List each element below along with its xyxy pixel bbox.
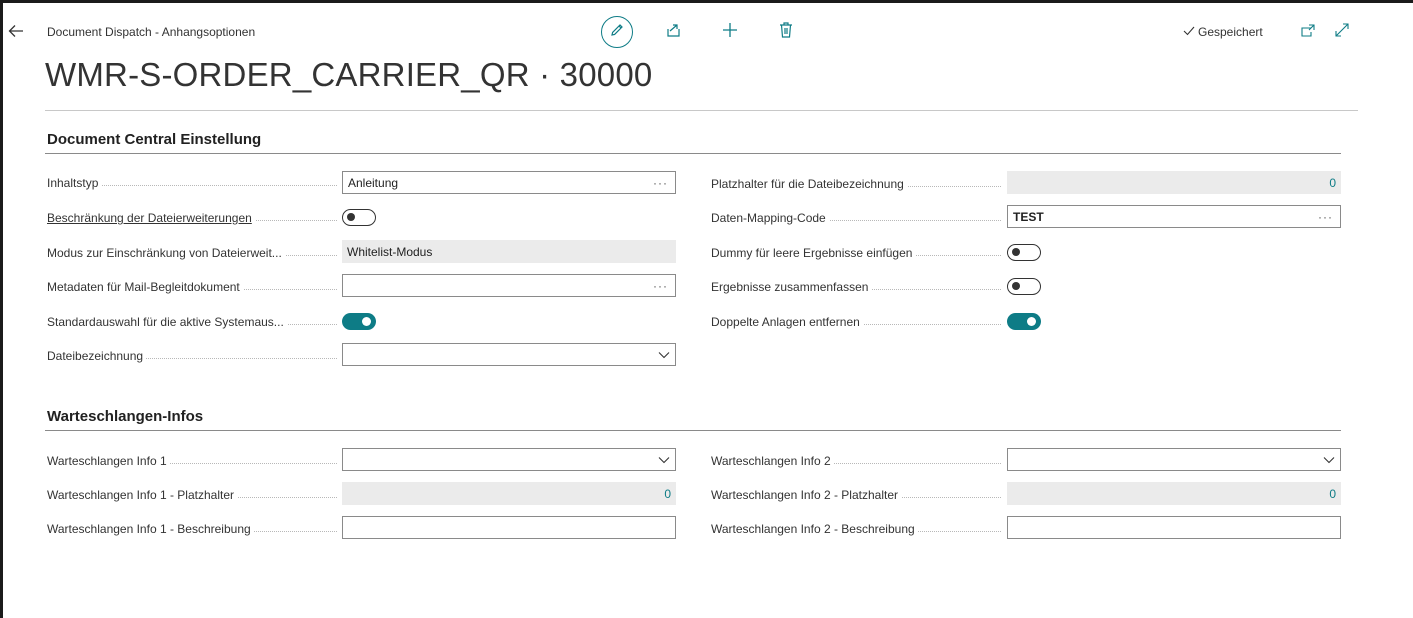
window-top-border	[0, 0, 1413, 3]
mapping-code-label: Daten-Mapping-Code	[711, 211, 1001, 227]
queue-info-2-placeholder-field: 0	[1007, 482, 1341, 505]
chevron-down-icon[interactable]	[658, 348, 670, 362]
default-selection-label: Standardauswahl für die aktive Systemaus…	[47, 315, 337, 331]
header-divider	[45, 110, 1358, 111]
section-divider	[45, 153, 1341, 154]
filename-placeholder-label: Platzhalter für die Dateibezeichnung	[711, 177, 1001, 193]
queue-info-1-dropdown[interactable]	[342, 448, 676, 471]
queue-info-2-description-field[interactable]	[1007, 516, 1341, 539]
share-icon	[665, 21, 683, 44]
queue-info-2-dropdown[interactable]	[1007, 448, 1341, 471]
content-type-label: Inhaltstyp	[47, 176, 337, 192]
more-options-icon[interactable]: ···	[1318, 210, 1335, 224]
expand-icon	[1333, 21, 1351, 44]
combine-results-toggle[interactable]	[1007, 278, 1041, 295]
restriction-mode-value: Whitelist-Modus	[347, 244, 433, 259]
section-title-queue-infos: Warteschlangen-Infos	[47, 408, 204, 425]
queue-info-1-placeholder-field: 0	[342, 482, 676, 505]
expand-button[interactable]	[1333, 21, 1351, 44]
mapping-code-field[interactable]: TEST ···	[1007, 205, 1341, 228]
section-title-document-central: Document Central Einstellung	[47, 131, 262, 148]
trash-icon	[778, 21, 794, 44]
content-type-field[interactable]: Anleitung ···	[342, 171, 676, 194]
dummy-results-label: Dummy für leere Ergebnisse einfügen	[711, 246, 1001, 262]
pencil-icon	[609, 22, 625, 43]
saved-status: Gespeichert	[1183, 25, 1263, 39]
remove-duplicates-label: Doppelte Anlagen entfernen	[711, 315, 1001, 331]
more-options-icon[interactable]: ···	[653, 279, 670, 293]
ext-restriction-toggle[interactable]	[342, 209, 376, 226]
queue-info-2-description-label: Warteschlangen Info 2 - Beschreibung	[711, 522, 1001, 538]
section-divider	[45, 430, 1341, 431]
open-in-new-window-icon	[1299, 22, 1317, 45]
queue-info-1-placeholder-label: Warteschlangen Info 1 - Platzhalter	[47, 488, 337, 504]
queue-info-2-label: Warteschlangen Info 2	[711, 454, 1001, 470]
filename-placeholder-value: 0	[1329, 175, 1336, 190]
open-in-new-window-button[interactable]	[1299, 22, 1317, 45]
more-options-icon[interactable]: ···	[653, 176, 670, 190]
plus-icon	[721, 21, 739, 44]
file-name-dropdown[interactable]	[342, 343, 676, 366]
queue-info-1-placeholder-value: 0	[664, 486, 671, 501]
saved-status-label: Gespeichert	[1198, 25, 1263, 39]
checkmark-icon	[1183, 25, 1195, 39]
dummy-results-toggle[interactable]	[1007, 244, 1041, 261]
file-name-label: Dateibezeichnung	[47, 349, 337, 365]
mail-metadata-field[interactable]: ···	[342, 274, 676, 297]
restriction-mode-field: Whitelist-Modus	[342, 240, 676, 263]
chevron-down-icon[interactable]	[658, 453, 670, 467]
delete-button[interactable]	[776, 21, 796, 44]
page-title: WMR-S-ORDER_CARRIER_QR · 30000	[45, 56, 653, 93]
ext-restriction-label[interactable]: Beschränkung der Dateierweiterungen	[47, 211, 337, 227]
combine-results-label: Ergebnisse zusammenfassen	[711, 280, 1001, 296]
content-type-value: Anleitung	[348, 175, 399, 190]
back-arrow-icon[interactable]	[6, 21, 26, 41]
breadcrumb: Document Dispatch - Anhangsoptionen	[47, 25, 256, 39]
queue-info-2-placeholder-value: 0	[1329, 486, 1336, 501]
queue-info-1-description-label: Warteschlangen Info 1 - Beschreibung	[47, 522, 337, 538]
mapping-code-value: TEST	[1013, 209, 1044, 224]
share-button[interactable]	[664, 22, 684, 42]
new-button[interactable]	[720, 22, 740, 42]
queue-info-2-placeholder-label: Warteschlangen Info 2 - Platzhalter	[711, 488, 1001, 504]
window-left-border	[0, 0, 3, 618]
queue-info-1-label: Warteschlangen Info 1	[47, 454, 337, 470]
filename-placeholder-field: 0	[1007, 171, 1341, 194]
restriction-mode-label: Modus zur Einschränkung von Dateierweit.…	[47, 246, 337, 262]
chevron-down-icon[interactable]	[1323, 453, 1335, 467]
remove-duplicates-toggle[interactable]	[1007, 313, 1041, 330]
queue-info-1-description-field[interactable]	[342, 516, 676, 539]
mail-metadata-label: Metadaten für Mail-Begleitdokument	[47, 280, 337, 296]
edit-button[interactable]	[601, 16, 633, 48]
default-selection-toggle[interactable]	[342, 313, 376, 330]
